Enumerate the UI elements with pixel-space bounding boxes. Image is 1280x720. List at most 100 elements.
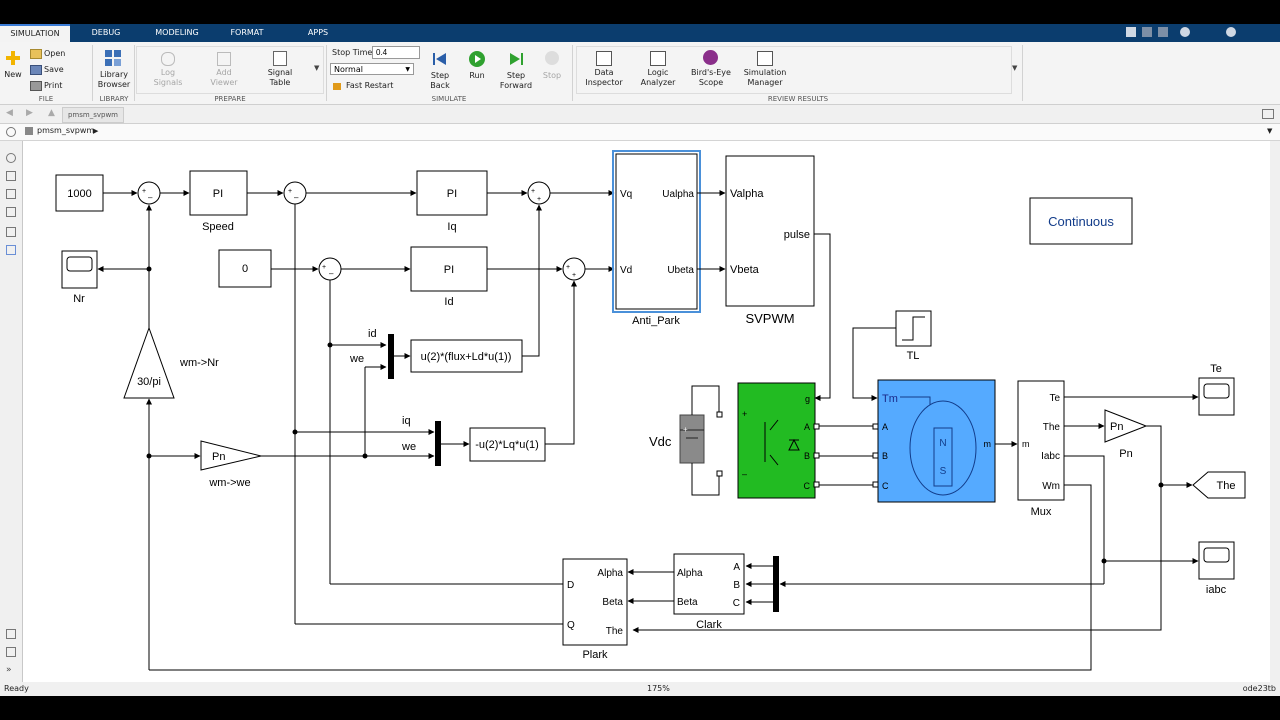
- pn-gain-2-block[interactable]: Pn: [1104, 409, 1148, 443]
- stop-button[interactable]: Stop: [538, 71, 566, 81]
- tab-simulation[interactable]: SIMULATION: [0, 24, 70, 42]
- zoom-in-icon[interactable]: [6, 153, 16, 163]
- panel-layout-icon[interactable]: [1262, 109, 1274, 119]
- help-icon[interactable]: [1226, 27, 1236, 37]
- redo-icon[interactable]: [1158, 27, 1168, 37]
- print-icon[interactable]: [30, 81, 42, 91]
- log-signals-button[interactable]: Log Signals: [150, 68, 186, 88]
- save-icon[interactable]: [1126, 27, 1136, 37]
- powergui-continuous-block[interactable]: Continuous: [1029, 197, 1133, 245]
- library-browser-button[interactable]: Library Browser: [94, 70, 134, 90]
- constant-1000-block[interactable]: 1000: [55, 174, 104, 212]
- inverter-block[interactable]: + – g A B C: [737, 382, 816, 499]
- undo-icon[interactable]: [1142, 27, 1152, 37]
- model-tab[interactable]: pmsm_svpwm: [62, 107, 124, 123]
- chevron-right-icon[interactable]: ▶: [93, 127, 98, 135]
- tab-apps[interactable]: APPS: [292, 24, 344, 42]
- step-forward-button[interactable]: Step Forward: [498, 71, 534, 91]
- fcn-flux-block[interactable]: u(2)*(flux+Ld*u(1)): [410, 339, 523, 373]
- camera-icon[interactable]: [6, 629, 16, 639]
- nr-scope-block[interactable]: [61, 250, 98, 289]
- up-arrow-icon[interactable]: ▲: [48, 108, 55, 118]
- step-back-button[interactable]: Step Back: [424, 71, 456, 91]
- fast-restart-button[interactable]: Fast Restart: [346, 81, 393, 91]
- property-inspector-icon[interactable]: [6, 647, 16, 657]
- sum-vq-feedforward[interactable]: ++: [527, 181, 551, 205]
- demux-iabc[interactable]: [773, 556, 779, 612]
- anti-park-block[interactable]: Vq Vd Ualpha Ubeta: [615, 153, 698, 310]
- breadcrumb[interactable]: pmsm_svpwm: [37, 126, 94, 135]
- annotation-icon[interactable]: [6, 207, 16, 217]
- add-viewer-button[interactable]: Add Viewer: [206, 68, 242, 88]
- svpwm-block[interactable]: Valpha Vbeta pulse: [725, 155, 815, 307]
- logic-analyzer-button[interactable]: Logic Analyzer: [638, 68, 678, 88]
- open-icon[interactable]: [30, 49, 42, 59]
- chevron-down-icon[interactable]: ▼: [1267, 127, 1272, 135]
- iq-pi-block[interactable]: PI: [416, 170, 488, 216]
- arrow-icon[interactable]: [6, 189, 16, 199]
- tl-step-block[interactable]: [895, 310, 932, 347]
- speed-pi-block[interactable]: PI: [189, 170, 248, 216]
- model-canvas[interactable]: 1000 + – PI Speed + – PI Iq + + 0 + – PI Id …: [23, 141, 1270, 682]
- run-icon[interactable]: [469, 51, 485, 67]
- gallery-expand-icon[interactable]: ▼: [1012, 64, 1017, 72]
- pmsm-motor-block[interactable]: Tm A B C m N S: [877, 379, 996, 503]
- solver-name[interactable]: ode23tb: [1243, 684, 1276, 693]
- id-pi-label: PI: [444, 264, 454, 276]
- save-icon[interactable]: [30, 65, 42, 75]
- iabc-scope-block[interactable]: [1198, 541, 1235, 580]
- fast-restart-icon[interactable]: [333, 83, 341, 90]
- vertical-scrollbar[interactable]: [1270, 141, 1280, 682]
- simulation-mode-select[interactable]: Normal ▼: [330, 63, 414, 75]
- motor-tm-port: Tm: [882, 393, 898, 405]
- tab-debug[interactable]: DEBUG: [80, 24, 132, 42]
- sum-iq-error[interactable]: +–: [283, 181, 307, 205]
- hide-browser-icon[interactable]: [6, 127, 16, 137]
- save-button[interactable]: Save: [44, 65, 64, 75]
- mux-id-we[interactable]: [388, 334, 394, 379]
- clark-block[interactable]: Alpha Beta A B C: [673, 553, 745, 615]
- birds-eye-scope-button[interactable]: Bird's-Eye Scope: [690, 68, 732, 88]
- library-browser-icon[interactable]: [105, 50, 121, 66]
- new-icon[interactable]: [6, 50, 20, 65]
- step-forward-icon[interactable]: [508, 51, 524, 67]
- image-icon[interactable]: [6, 227, 16, 237]
- measurement-demux-block[interactable]: m Te The Iabc Wm: [1017, 380, 1065, 501]
- id-pi-block[interactable]: PI: [410, 246, 488, 292]
- area-icon[interactable]: [6, 245, 16, 255]
- search-icon[interactable]: [1180, 27, 1190, 37]
- new-button[interactable]: New: [2, 70, 24, 80]
- tab-modeling[interactable]: MODELING: [146, 24, 208, 42]
- te-scope-block[interactable]: [1198, 377, 1235, 416]
- zoom-level[interactable]: 175%: [647, 684, 670, 693]
- expand-icon[interactable]: »: [6, 665, 12, 675]
- open-button[interactable]: Open: [44, 49, 65, 59]
- data-inspector-button[interactable]: Data Inspector: [584, 68, 624, 88]
- vdc-source-block[interactable]: +: [679, 414, 705, 464]
- stop-time-input[interactable]: [372, 46, 420, 59]
- mux-iq-we[interactable]: [435, 421, 441, 466]
- pn-gain-block[interactable]: Pn: [200, 440, 262, 471]
- sum-speed-error[interactable]: +–: [137, 181, 161, 205]
- fit-to-view-icon[interactable]: [6, 171, 16, 181]
- constant-0-block[interactable]: 0: [218, 249, 272, 288]
- svpwm-block-name: SVPWM: [745, 311, 794, 326]
- tab-format[interactable]: FORMAT: [220, 24, 274, 42]
- forward-arrow-icon[interactable]: ▶: [26, 108, 33, 118]
- sum-id-error[interactable]: +–: [318, 257, 342, 281]
- signal-table-button[interactable]: Signal Table: [262, 68, 298, 88]
- run-button[interactable]: Run: [462, 71, 492, 81]
- data-inspector-label-2: Inspector: [585, 78, 623, 87]
- simulation-manager-button[interactable]: Simulation Manager: [742, 68, 788, 88]
- back-arrow-icon[interactable]: ◀: [6, 108, 13, 118]
- gain-30-pi-block[interactable]: 30/pi: [123, 326, 175, 399]
- sum-vd-feedforward[interactable]: ++: [562, 257, 586, 281]
- svpwm-valpha-port: Valpha: [730, 188, 764, 200]
- step-back-icon[interactable]: [432, 51, 448, 67]
- gallery-expand-icon[interactable]: ▼: [314, 64, 319, 72]
- plark-block[interactable]: D Q Alpha Beta The: [562, 558, 628, 646]
- svpwm-pulse-port: pulse: [784, 229, 810, 241]
- fcn-lq-block[interactable]: -u(2)*Lq*u(1): [469, 427, 546, 462]
- the-goto-block[interactable]: The: [1192, 471, 1246, 499]
- print-button[interactable]: Print: [44, 81, 62, 91]
